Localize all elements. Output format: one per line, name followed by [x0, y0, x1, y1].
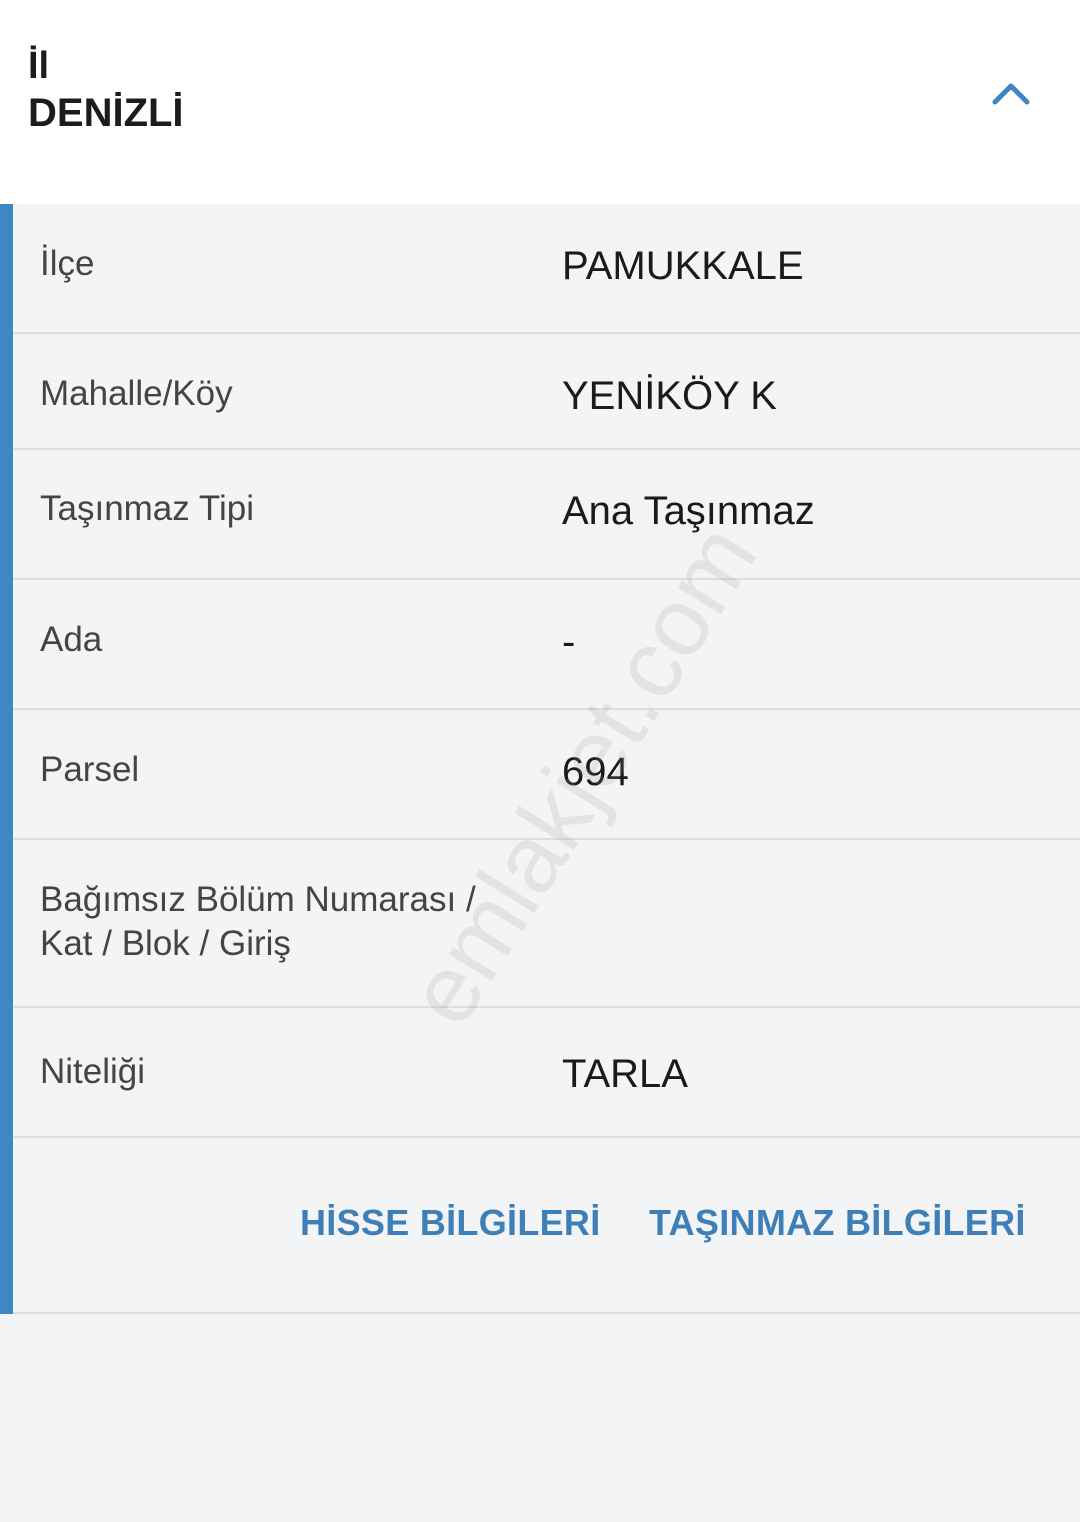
detail-row-tasinmaz-tipi: Taşınmaz Tipi Ana Taşınmaz [13, 450, 1080, 580]
hisse-bilgileri-button[interactable]: HİSSE BİLGİLERİ [300, 1200, 601, 1246]
accent-bar [0, 204, 13, 1314]
chevron-up-icon [992, 83, 1030, 105]
row-value: 694 [562, 750, 629, 794]
detail-row-bagimsiz-bolum: Bağımsız Bölüm Numarası / Kat / Blok / G… [13, 840, 1080, 1008]
collapse-button[interactable] [980, 62, 1042, 124]
details-panel: İlçe PAMUKKALE Mahalle/Köy YENİKÖY K Taş… [0, 204, 1080, 1314]
row-label-line: Kat / Blok / Giriş [40, 924, 291, 963]
row-label: Parsel [40, 750, 140, 789]
detail-row-niteligi: Niteliği TARLA [13, 1008, 1080, 1138]
province-value: DENİZLİ [28, 91, 184, 135]
detail-row-parsel: Parsel 694 [13, 710, 1080, 840]
row-value: TARLA [562, 1052, 688, 1096]
row-value: YENİKÖY K [562, 374, 777, 418]
row-label: Taşınmaz Tipi [40, 489, 254, 528]
row-label: Mahalle/Köy [40, 374, 233, 413]
row-value: Ana Taşınmaz [562, 489, 815, 533]
detail-row-mahalle: Mahalle/Köy YENİKÖY K [13, 334, 1080, 450]
row-label-line: Bağımsız Bölüm Numarası / [40, 880, 476, 919]
row-label: İlçe [40, 244, 95, 283]
row-label: Ada [40, 620, 103, 659]
detail-row-ada: Ada - [13, 580, 1080, 710]
actions-bar: HİSSE BİLGİLERİ TAŞINMAZ BİLGİLERİ [13, 1138, 1080, 1314]
detail-row-ilce: İlçe PAMUKKALE [13, 204, 1080, 334]
province-label: İl [28, 45, 50, 87]
header: İl DENİZLİ [0, 0, 1080, 204]
row-value: - [562, 620, 576, 664]
row-label: Bağımsız Bölüm Numarası / Kat / Blok / G… [40, 878, 476, 966]
row-label: Niteliği [40, 1052, 146, 1091]
row-value: PAMUKKALE [562, 244, 804, 288]
tasinmaz-bilgileri-button[interactable]: TAŞINMAZ BİLGİLERİ [649, 1200, 1026, 1246]
